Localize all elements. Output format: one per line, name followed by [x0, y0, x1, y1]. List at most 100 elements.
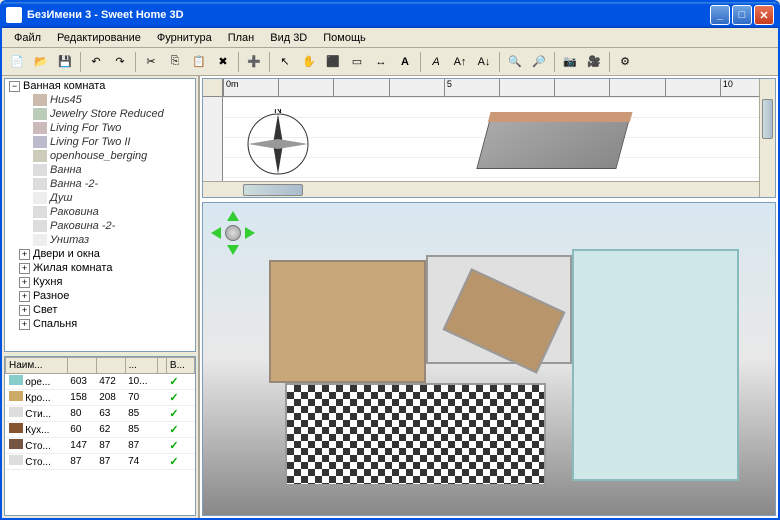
text-size-up-icon[interactable]: A↑ [449, 51, 471, 73]
table-row[interactable]: Сти...806385✓ [6, 406, 195, 422]
app-icon [6, 7, 22, 23]
tree-item[interactable]: Раковина [5, 205, 195, 219]
maximize-button[interactable]: □ [732, 5, 752, 25]
pan-icon[interactable]: ✋ [298, 51, 320, 73]
tree-item[interactable]: Ванна -2- [5, 177, 195, 191]
tree-category-light[interactable]: +Свет [5, 303, 195, 317]
collapse-icon[interactable]: − [9, 81, 20, 92]
redo-icon[interactable]: ↷ [109, 51, 131, 73]
checkbox-icon[interactable]: ✓ [169, 392, 178, 404]
select-icon[interactable]: ↖ [274, 51, 296, 73]
tree-item[interactable]: Унитаз [5, 233, 195, 247]
camera-icon[interactable]: 📷 [559, 51, 581, 73]
menu-furniture[interactable]: Фурнитура [149, 30, 220, 46]
preferences-icon[interactable]: ⚙ [614, 51, 636, 73]
expand-icon[interactable]: + [19, 249, 30, 260]
checkbox-icon[interactable]: ✓ [169, 424, 178, 436]
checkbox-icon[interactable]: ✓ [169, 408, 178, 420]
col-4[interactable] [158, 358, 167, 374]
col-2[interactable] [96, 358, 125, 374]
view-3d[interactable] [202, 202, 776, 516]
content-area: − Ванная комната Hus45 Jewelry Store Red… [2, 76, 778, 518]
tree-item[interactable]: Ванна [5, 163, 195, 177]
checkbox-icon[interactable]: ✓ [169, 456, 178, 468]
nav-center-icon[interactable] [225, 225, 241, 241]
text-icon[interactable]: A [394, 51, 416, 73]
col-name[interactable]: Наим... [6, 358, 68, 374]
add-furniture-icon[interactable]: ➕ [243, 51, 265, 73]
row-icon [9, 423, 23, 433]
tree-category-doors[interactable]: +Двери и окна [5, 247, 195, 261]
expand-icon[interactable]: + [19, 263, 30, 274]
furniture-tree[interactable]: − Ванная комната Hus45 Jewelry Store Red… [4, 78, 196, 352]
close-button[interactable]: ✕ [754, 5, 774, 25]
paste-icon[interactable]: 📋 [188, 51, 210, 73]
furniture-icon [33, 108, 47, 120]
col-1[interactable] [67, 358, 96, 374]
open-file-icon[interactable]: 📂 [30, 51, 52, 73]
tree-category-misc[interactable]: +Разное [5, 289, 195, 303]
table-row[interactable]: Кух...606285✓ [6, 422, 195, 438]
tree-item[interactable]: Hus45 [5, 93, 195, 107]
compass-icon[interactable]: N [243, 109, 313, 179]
tree-item[interactable]: openhouse_berging [5, 149, 195, 163]
menu-file[interactable]: Файл [6, 30, 49, 46]
tree-category-kitchen[interactable]: +Кухня [5, 275, 195, 289]
wall-icon[interactable]: ⬛ [322, 51, 344, 73]
nav-up-icon[interactable] [227, 211, 239, 221]
tree-item[interactable]: Living For Two II [5, 135, 195, 149]
tree-item[interactable]: Jewelry Store Reduced [5, 107, 195, 121]
plan-house-preview[interactable] [476, 119, 629, 169]
table-row[interactable]: Сто...1478787✓ [6, 438, 195, 454]
expand-icon[interactable]: + [19, 305, 30, 316]
table-row[interactable]: Кро...15820870✓ [6, 390, 195, 406]
furniture-icon [33, 164, 47, 176]
zoom-in-icon[interactable]: 🔍 [504, 51, 526, 73]
col-vis[interactable]: В... [166, 358, 194, 374]
zoom-out-icon[interactable]: 🔎 [528, 51, 550, 73]
room-icon[interactable]: ▭ [346, 51, 368, 73]
col-3[interactable]: ... [125, 358, 157, 374]
menu-plan[interactable]: План [220, 30, 263, 46]
tree-category-bathroom[interactable]: − Ванная комната [5, 79, 195, 93]
text-bold-icon[interactable]: A [425, 51, 447, 73]
checkbox-icon[interactable]: ✓ [169, 440, 178, 452]
menu-edit[interactable]: Редактирование [49, 30, 149, 46]
plan-scrollbar-v[interactable] [759, 79, 775, 197]
tree-item[interactable]: Душ [5, 191, 195, 205]
separator [554, 52, 555, 72]
expand-icon[interactable]: + [19, 291, 30, 302]
plan-2d-view[interactable]: 0m 5 10 N [202, 78, 776, 198]
tree-item[interactable]: Living For Two [5, 121, 195, 135]
new-file-icon[interactable]: 📄 [6, 51, 28, 73]
delete-icon[interactable]: ✖ [212, 51, 234, 73]
undo-icon[interactable]: ↶ [85, 51, 107, 73]
nav-left-icon[interactable] [211, 227, 221, 239]
table-row[interactable]: ope...60347210...✓ [6, 374, 195, 390]
table-header-row[interactable]: Наим... ... В... [6, 358, 195, 374]
expand-icon[interactable]: + [19, 319, 30, 330]
text-size-down-icon[interactable]: A↓ [473, 51, 495, 73]
tree-category-bedroom[interactable]: +Спальня [5, 317, 195, 331]
table-row[interactable]: Сто...878774✓ [6, 454, 195, 470]
menu-3d[interactable]: Вид 3D [262, 30, 315, 46]
minimize-button[interactable]: _ [710, 5, 730, 25]
floor-3d-render[interactable] [243, 233, 765, 505]
tree-item[interactable]: Раковина -2- [5, 219, 195, 233]
furniture-icon [33, 150, 47, 162]
plan-scrollbar-h[interactable] [203, 181, 759, 197]
cut-icon[interactable]: ✂ [140, 51, 162, 73]
furniture-table[interactable]: Наим... ... В... ope...60347210...✓ Кро.… [4, 356, 196, 516]
save-file-icon[interactable]: 💾 [54, 51, 76, 73]
video-icon[interactable]: 🎥 [583, 51, 605, 73]
tree-category-living[interactable]: +Жилая комната [5, 261, 195, 275]
expand-icon[interactable]: + [19, 277, 30, 288]
furniture-icon [33, 136, 47, 148]
nav-down-icon[interactable] [227, 245, 239, 255]
checkbox-icon[interactable]: ✓ [169, 376, 178, 388]
copy-icon[interactable]: ⎘ [164, 51, 186, 73]
separator [80, 52, 81, 72]
titlebar[interactable]: БезИмени 3 - Sweet Home 3D _ □ ✕ [2, 2, 778, 28]
menu-help[interactable]: Помощь [315, 30, 374, 46]
dimension-icon[interactable]: ↔ [370, 51, 392, 73]
